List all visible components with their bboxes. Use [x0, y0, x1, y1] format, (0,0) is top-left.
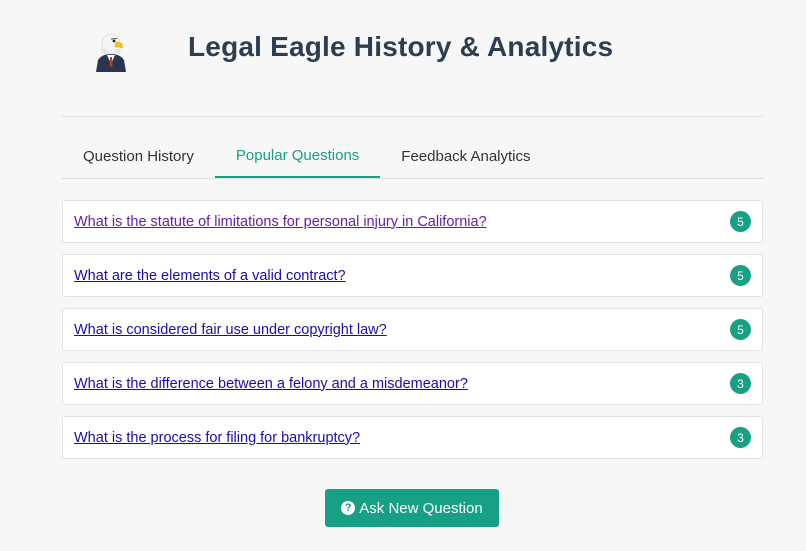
question-link[interactable]: What is the statute of limitations for p…: [74, 214, 487, 230]
list-item: What is the statute of limitations for p…: [62, 200, 763, 243]
tab-question-history[interactable]: Question History: [62, 135, 215, 177]
count-badge: 3: [730, 373, 751, 394]
tab-popular-questions[interactable]: Popular Questions: [214, 135, 381, 178]
count-badge: 5: [730, 211, 751, 232]
question-link[interactable]: What are the elements of a valid contrac…: [74, 268, 346, 284]
ask-button-label: Ask New Question: [359, 499, 483, 517]
count-badge: 5: [730, 265, 751, 286]
question-link[interactable]: What is considered fair use under copyri…: [74, 322, 387, 338]
count-badge: 3: [730, 427, 751, 448]
eagle-logo-icon: [96, 33, 126, 72]
page-header: Legal Eagle History & Analytics: [62, 0, 763, 117]
popular-questions-list: What is the statute of limitations for p…: [62, 200, 763, 470]
list-item: What is the difference between a felony …: [62, 362, 763, 405]
tab-feedback-analytics[interactable]: Feedback Analytics: [380, 135, 551, 177]
ask-new-question-button[interactable]: ? Ask New Question: [325, 489, 499, 527]
question-circle-icon: ?: [341, 501, 356, 515]
count-badge: 5: [730, 319, 751, 340]
list-item: What are the elements of a valid contrac…: [62, 254, 763, 297]
list-item: What is considered fair use under copyri…: [62, 308, 763, 351]
list-item: What is the process for filing for bankr…: [62, 416, 763, 459]
page-title: Legal Eagle History & Analytics: [188, 31, 614, 62]
tab-bar: Question History Popular Questions Feedb…: [62, 135, 763, 179]
question-link[interactable]: What is the process for filing for bankr…: [74, 430, 360, 446]
question-link[interactable]: What is the difference between a felony …: [74, 376, 468, 392]
